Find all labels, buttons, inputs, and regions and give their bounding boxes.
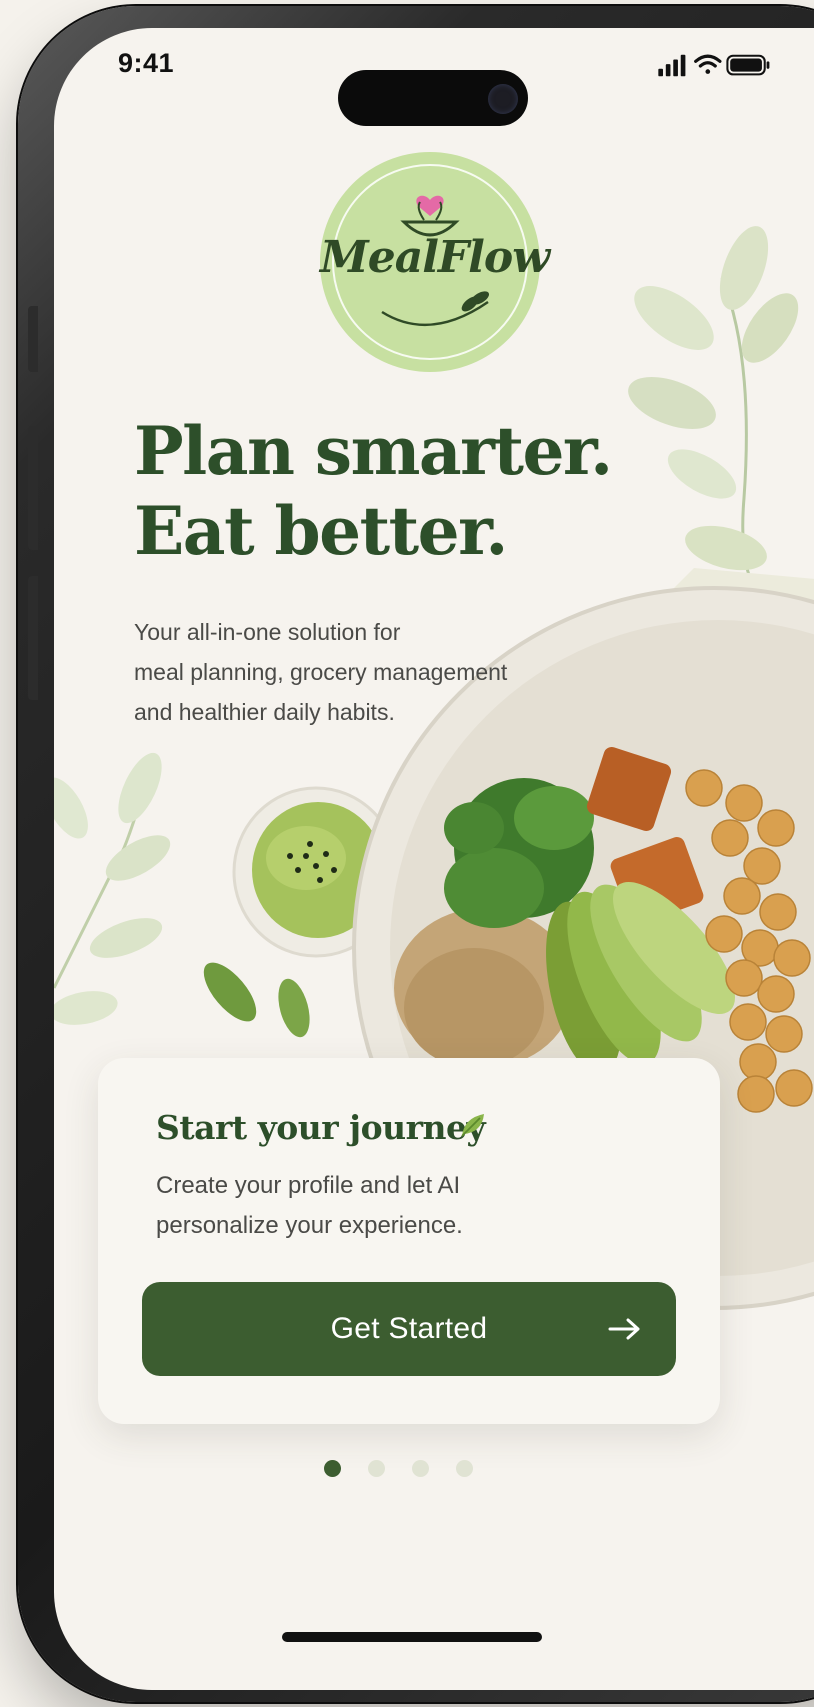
phone-frame: 9:41 MealFlow Plan smarter. Eat better. … [18,6,814,1702]
pagination-dot-2[interactable] [368,1460,385,1477]
pagination-dot-3[interactable] [412,1460,429,1477]
arrow-right-icon [608,1318,640,1340]
get-started-button[interactable]: Get Started [142,1282,676,1376]
mute-switch [28,306,38,372]
basil-leaf-illustration [278,978,310,1038]
basil-leaf-illustration [203,962,257,1022]
pagination-dot-4[interactable] [456,1460,473,1477]
app-screen: 9:41 MealFlow Plan smarter. Eat better. … [54,28,814,1690]
volume-up-button [28,426,38,550]
card-title: Start your journey [156,1108,486,1147]
get-started-label: Get Started [330,1312,488,1345]
headline-line-2: Eat better. [134,492,508,570]
logo-wordmark: MealFlow [320,232,550,283]
subtitle-line-2: meal planning, grocery management [134,659,508,685]
subtitle-line-1: Your all-in-one solution for [134,619,401,645]
app-logo: MealFlow [320,152,550,372]
start-journey-card: Start your journey Create your profile a… [98,1058,720,1424]
card-text-line-2: personalize your experience. [156,1212,463,1239]
card-text-line-1: Create your profile and let AI [156,1172,461,1199]
pagination-dot-1[interactable] [324,1460,341,1477]
hero-subtitle: Your all-in-one solution for meal planni… [134,612,594,732]
card-description: Create your profile and let AI personali… [156,1166,636,1246]
left-branch-illustration [54,752,171,1025]
subtitle-line-3: and healthier daily habits. [134,699,395,725]
onboarding-screen-mockup: 9:41 MealFlow Plan smarter. Eat better. … [0,0,814,1707]
volume-down-button [28,576,38,700]
hero-headline: Plan smarter. Eat better. [134,411,613,571]
top-right-branch-illustration [628,226,799,589]
headline-line-1: Plan smarter. [134,412,613,490]
home-indicator[interactable] [282,1632,542,1642]
leaf-icon [461,1114,484,1137]
